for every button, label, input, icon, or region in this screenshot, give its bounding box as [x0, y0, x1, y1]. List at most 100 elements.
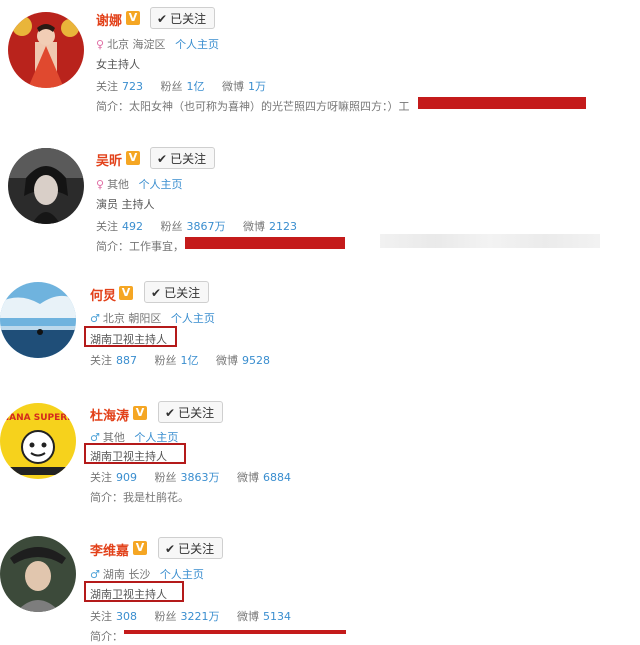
weibo-label: 微博: [216, 354, 238, 367]
location-line: ♂ 湖南 长沙 个人主页: [90, 566, 204, 582]
following-label: 关注: [90, 471, 112, 484]
user-card: 谢娜 V ✔ 已关注 ♀ 北京 海淀区 个人主页 女主持人 关注 723 粉丝 1亿 微…: [0, 0, 640, 125]
location-line: ♀ 其他 个人主页: [96, 176, 183, 192]
user-card: 何炅 V ✔ 已关注 ♂ 北京 朝阳区 个人主页 湖南卫视主持人 关注 887 粉丝 1…: [0, 275, 640, 385]
bio: 女主持人: [96, 58, 140, 71]
intro: 简介：太阳女神（也可称为喜神）的光芒照四方呀嘛照四方：）工: [96, 100, 410, 113]
avatar[interactable]: [8, 148, 84, 224]
following-label: 关注: [96, 220, 118, 233]
follow-button[interactable]: ✔ 已关注: [158, 537, 224, 559]
weibo-label: 微博: [237, 610, 259, 623]
avatar[interactable]: [8, 12, 84, 88]
following-count[interactable]: 909: [116, 471, 137, 484]
weibo-label: 微博: [222, 80, 244, 93]
homepage-link[interactable]: 个人主页: [175, 38, 219, 51]
stats-line: 关注 887 粉丝 1亿 微博 9528: [90, 352, 284, 368]
avatar[interactable]: [0, 282, 76, 358]
fans-label: 粉丝: [160, 220, 183, 233]
homepage-link[interactable]: 个人主页: [139, 178, 183, 191]
weibo-count[interactable]: 1万: [248, 80, 266, 93]
weibo-label: 微博: [243, 220, 265, 233]
location: 其他: [107, 178, 130, 191]
check-icon: ✔: [151, 286, 162, 300]
weibo-count[interactable]: 6884: [263, 471, 291, 484]
redaction-bar: [185, 237, 345, 249]
follow-button[interactable]: ✔ 已关注: [150, 7, 216, 29]
male-icon: ♂: [90, 312, 100, 325]
fans-label: 粉丝: [154, 354, 177, 367]
fans-count[interactable]: 1亿: [187, 80, 205, 93]
avatar-text: BANANA SUPERFUN: [0, 413, 76, 423]
following-label: 关注: [90, 610, 112, 623]
verified-icon: V: [133, 541, 147, 555]
avatar[interactable]: [0, 536, 76, 612]
stats-line: 关注 723 粉丝 1亿 微博 1万: [96, 78, 280, 94]
location: 湖南 长沙: [102, 568, 151, 581]
following-count[interactable]: 492: [122, 220, 143, 233]
user-name[interactable]: 李维嘉: [90, 540, 129, 559]
female-icon: ♀: [96, 38, 105, 51]
location: 北京 朝阳区: [102, 312, 162, 325]
verified-icon: V: [126, 151, 140, 165]
fans-count[interactable]: 1亿: [181, 354, 199, 367]
follow-label: 已关注: [178, 542, 215, 556]
fans-label: 粉丝: [154, 471, 177, 484]
highlight-box: [84, 581, 184, 602]
male-icon: ♂: [90, 568, 100, 581]
weibo-count[interactable]: 5134: [263, 610, 291, 623]
user-card: 吴昕 V ✔ 已关注 ♀ 其他 个人主页 演员 主持人 关注 492 粉丝 3867万 …: [0, 140, 640, 260]
highlight-box: [84, 326, 177, 347]
intro: 简介：工作事宜，: [96, 240, 184, 253]
following-label: 关注: [96, 80, 118, 93]
intro: 简介：我是杜鹃花。: [90, 491, 189, 504]
fans-label: 粉丝: [160, 80, 183, 93]
check-icon: ✔: [157, 12, 168, 26]
location: 北京 海淀区: [107, 38, 166, 51]
check-icon: ✔: [165, 406, 176, 420]
fans-count[interactable]: 3221万: [181, 610, 220, 623]
verified-icon: V: [126, 11, 140, 25]
redaction-bar: [418, 97, 586, 109]
user-name[interactable]: 杜海涛: [90, 405, 129, 424]
homepage-link[interactable]: 个人主页: [171, 312, 215, 325]
following-count[interactable]: 308: [116, 610, 137, 623]
check-icon: ✔: [165, 542, 176, 556]
bio: 演员 主持人: [96, 198, 155, 211]
user-card: BANANA SUPERFUN 杜海涛 V ✔已关注 ♂其他 个人主页 湖南卫视…: [0, 395, 640, 515]
user-name[interactable]: 吴昕: [96, 150, 122, 169]
check-icon: ✔: [157, 152, 168, 166]
location-line: ♀ 北京 海淀区 个人主页: [96, 36, 219, 52]
follow-label: 已关注: [170, 152, 207, 166]
fans-count[interactable]: 3863万: [181, 471, 220, 484]
highlight-box: [84, 443, 186, 464]
user-name[interactable]: 谢娜: [96, 10, 122, 29]
verified-icon: V: [133, 406, 147, 420]
follow-label: 已关注: [178, 406, 215, 420]
following-label: 关注: [90, 354, 112, 367]
redaction-bar: [124, 630, 346, 634]
intro: 简介：: [90, 630, 123, 643]
weibo-count[interactable]: 2123: [269, 220, 297, 233]
follow-button[interactable]: ✔ 已关注: [144, 281, 210, 303]
follow-label: 已关注: [170, 12, 207, 26]
follow-button[interactable]: ✔ 已关注: [150, 147, 216, 169]
homepage-link[interactable]: 个人主页: [160, 568, 204, 581]
weibo-label: 微博: [237, 471, 259, 484]
following-count[interactable]: 723: [122, 80, 143, 93]
user-name[interactable]: 何炅: [90, 285, 116, 304]
stats-line: 关注 308 粉丝 3221万 微博 5134: [90, 608, 305, 624]
follow-label: 已关注: [164, 286, 201, 300]
fans-label: 粉丝: [154, 610, 177, 623]
fans-count[interactable]: 3867万: [187, 220, 226, 233]
location-line: ♂ 北京 朝阳区 个人主页: [90, 310, 215, 326]
verified-icon: V: [119, 286, 133, 300]
blurred-text: [380, 234, 600, 248]
avatar[interactable]: BANANA SUPERFUN: [0, 403, 76, 479]
female-icon: ♀: [96, 178, 105, 191]
user-card: 李维嘉 V ✔ 已关注 ♂ 湖南 长沙 个人主页 湖南卫视主持人 关注 308 粉丝 3…: [0, 528, 640, 645]
following-count[interactable]: 887: [116, 354, 137, 367]
weibo-count[interactable]: 9528: [242, 354, 270, 367]
follow-button[interactable]: ✔ 已关注: [158, 401, 224, 423]
stats-line: 关注 492 粉丝 3867万 微博 2123: [96, 218, 311, 234]
stats-line: 关注 909 粉丝 3863万 微博 6884: [90, 469, 305, 485]
